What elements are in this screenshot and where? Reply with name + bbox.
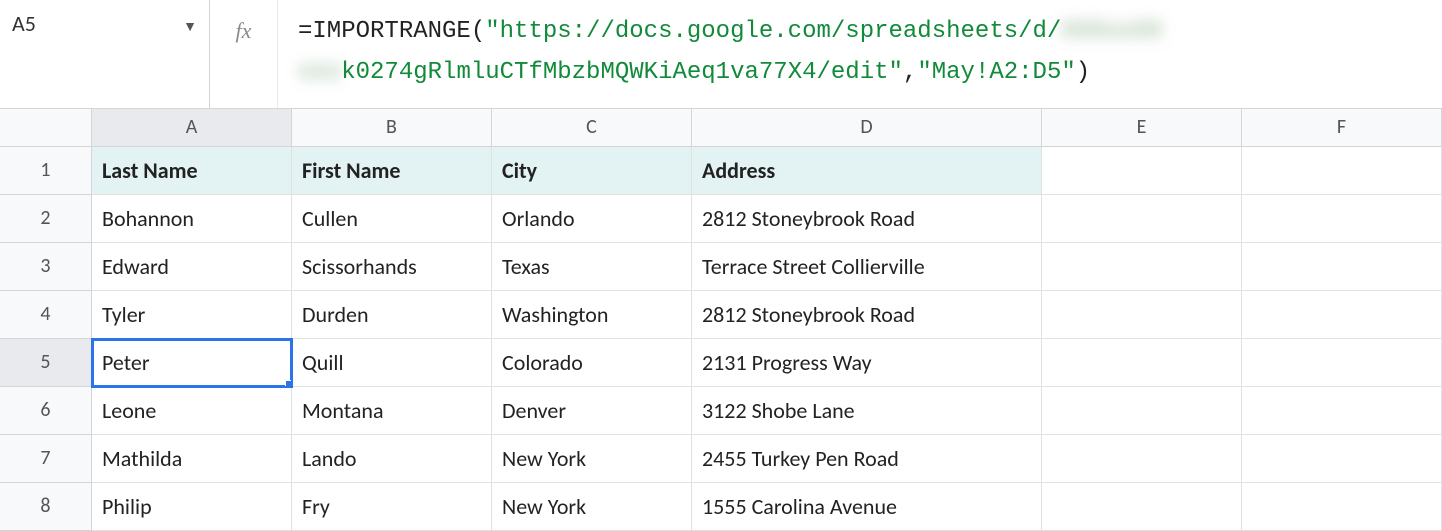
col-head-D[interactable]: D (692, 109, 1042, 147)
cell-B4[interactable]: Durden (292, 291, 492, 339)
formula-comma: , (903, 59, 917, 86)
cell-C7[interactable]: New York (492, 435, 692, 483)
cell-C1[interactable]: City (492, 147, 692, 195)
cell-D1[interactable]: Address (692, 147, 1042, 195)
cell-A7[interactable]: Mathilda (92, 435, 292, 483)
cell-B1[interactable]: First Name (292, 147, 492, 195)
formula-redacted: XXXxxXX (1061, 18, 1162, 45)
select-all-corner[interactable] (0, 109, 92, 147)
cell-A8[interactable]: Philip (92, 483, 292, 531)
cell-D5[interactable]: 2131 Progress Way (692, 339, 1042, 387)
cell-F2[interactable] (1242, 195, 1442, 243)
cell-B7[interactable]: Lando (292, 435, 492, 483)
cell-D7[interactable]: 2455 Turkey Pen Road (692, 435, 1042, 483)
row-head-2[interactable]: 2 (0, 195, 92, 243)
cell-C4[interactable]: Washington (492, 291, 692, 339)
col-head-A[interactable]: A (92, 109, 292, 147)
cell-E1[interactable] (1042, 147, 1242, 195)
cell-E8[interactable] (1042, 483, 1242, 531)
cell-B6[interactable]: Montana (292, 387, 492, 435)
formula-input[interactable]: =IMPORTRANGE("https://docs.google.com/sp… (278, 0, 1442, 108)
cell-D2[interactable]: 2812 Stoneybrook Road (692, 195, 1042, 243)
cell-C6[interactable]: Denver (492, 387, 692, 435)
formula-range: "May!A2:D5" (917, 59, 1075, 86)
formula-str1: "https://docs.google.com/spreadsheets/d/ (485, 18, 1061, 45)
row-head-4[interactable]: 4 (0, 291, 92, 339)
formula-redacted2: xxx (298, 59, 341, 86)
chevron-down-icon[interactable]: ▼ (183, 10, 197, 35)
formula-suffix: ) (1076, 59, 1090, 86)
col-head-B[interactable]: B (292, 109, 492, 147)
cell-F8[interactable] (1242, 483, 1442, 531)
cell-A5[interactable]: Peter (92, 339, 292, 387)
spreadsheet-grid: A B C D E F 1 Last Name First Name City … (0, 109, 1442, 531)
cell-E2[interactable] (1042, 195, 1242, 243)
row-head-7[interactable]: 7 (0, 435, 92, 483)
cell-B2[interactable]: Cullen (292, 195, 492, 243)
col-head-C[interactable]: C (492, 109, 692, 147)
fx-label: fx (236, 18, 252, 44)
row-head-8[interactable]: 8 (0, 483, 92, 531)
cell-D3[interactable]: Terrace Street Collierville (692, 243, 1042, 291)
cell-C3[interactable]: Texas (492, 243, 692, 291)
cell-F7[interactable] (1242, 435, 1442, 483)
cell-E5[interactable] (1042, 339, 1242, 387)
cell-F3[interactable] (1242, 243, 1442, 291)
cell-E4[interactable] (1042, 291, 1242, 339)
cell-F4[interactable] (1242, 291, 1442, 339)
row-head-3[interactable]: 3 (0, 243, 92, 291)
cell-A1[interactable]: Last Name (92, 147, 292, 195)
cell-A3[interactable]: Edward (92, 243, 292, 291)
cell-F6[interactable] (1242, 387, 1442, 435)
cell-C5[interactable]: Colorado (492, 339, 692, 387)
cell-F1[interactable] (1242, 147, 1442, 195)
cell-A6[interactable]: Leone (92, 387, 292, 435)
cell-F5[interactable] (1242, 339, 1442, 387)
name-box[interactable]: A5 ▼ (0, 0, 210, 108)
col-head-E[interactable]: E (1042, 109, 1242, 147)
formula-str2: k0274gRlmluCTfMbzbMQWKiAeq1va77X4/edit" (341, 59, 903, 86)
cell-C8[interactable]: New York (492, 483, 692, 531)
cell-C2[interactable]: Orlando (492, 195, 692, 243)
cell-E7[interactable] (1042, 435, 1242, 483)
fx-icon[interactable]: fx (210, 0, 278, 108)
cell-B8[interactable]: Fry (292, 483, 492, 531)
cell-E3[interactable] (1042, 243, 1242, 291)
cell-B5[interactable]: Quill (292, 339, 492, 387)
cell-B3[interactable]: Scissorhands (292, 243, 492, 291)
cell-A4[interactable]: Tyler (92, 291, 292, 339)
row-head-6[interactable]: 6 (0, 387, 92, 435)
row-head-5[interactable]: 5 (0, 339, 92, 387)
cell-A2[interactable]: Bohannon (92, 195, 292, 243)
col-head-F[interactable]: F (1242, 109, 1442, 147)
formula-bar: A5 ▼ fx =IMPORTRANGE("https://docs.googl… (0, 0, 1442, 109)
cell-D8[interactable]: 1555 Carolina Avenue (692, 483, 1042, 531)
formula-prefix: =IMPORTRANGE( (298, 18, 485, 45)
cell-E6[interactable] (1042, 387, 1242, 435)
name-box-value: A5 (12, 10, 183, 37)
cell-D4[interactable]: 2812 Stoneybrook Road (692, 291, 1042, 339)
cell-D6[interactable]: 3122 Shobe Lane (692, 387, 1042, 435)
row-head-1[interactable]: 1 (0, 147, 92, 195)
